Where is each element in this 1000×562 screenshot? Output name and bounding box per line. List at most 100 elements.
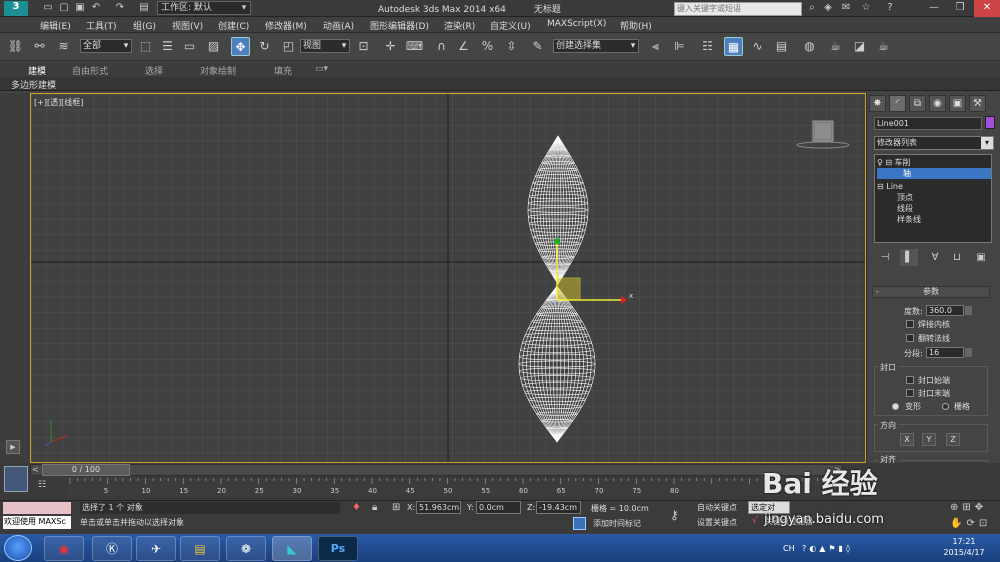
schematic-view-icon[interactable]: ▤ [772,37,791,56]
make-unique-icon[interactable]: ∀ [926,249,944,266]
y-coord-field[interactable]: 0.0cm [476,501,521,514]
time-slider-thumb[interactable]: 0 / 100 [42,464,130,476]
welcome-message[interactable]: 欢迎使用 MAXSc [3,516,71,529]
cap-start-checkbox[interactable] [906,376,914,384]
align-icon[interactable]: ⊫ [670,37,689,56]
search-input[interactable]: 键入关键字或短语 [674,2,802,16]
time-config-icon[interactable] [4,466,28,492]
stack-item-lathe[interactable]: ♀ ⊟ 车削 [877,157,991,168]
selection-lock-icon[interactable]: 🔒︎ [372,502,377,513]
mirror-icon[interactable]: ⫷ [646,37,665,56]
params-header[interactable]: - 参数 [872,286,990,298]
system-clock[interactable]: 17:21 2015/4/17 [934,536,994,558]
menu-graph-editors[interactable]: 图形编辑器(D) [370,19,429,32]
configure-sets-icon[interactable]: ▣ [972,249,990,266]
window-crossing-icon[interactable]: ▨ [204,37,223,56]
tab-populate[interactable]: 填充 [274,64,292,77]
subscription-icon[interactable]: ◈ [822,2,834,14]
menu-help[interactable]: 帮助(H) [620,19,652,32]
stack-item-line[interactable]: ⊟ Line [877,181,991,192]
tab-modeling[interactable]: 建模 [28,64,46,77]
select-object-icon[interactable]: ⬚ [136,37,155,56]
direction-y-button[interactable]: Y [922,433,936,446]
named-selection-dropdown[interactable]: 创建选择集 ▾ [553,39,639,53]
create-tab-icon[interactable]: ✸ [869,95,886,112]
menu-animation[interactable]: 动画(A) [323,19,354,32]
ribbon-toggle-icon[interactable]: ▦ [724,37,743,56]
morph-radio[interactable] [892,403,899,410]
help-icon[interactable]: ? [884,2,896,14]
pin-stack-icon[interactable]: ⊣ [876,249,894,266]
file-explorer-icon[interactable]: ▤ [180,536,220,561]
viewport-label[interactable]: [+][透][线框] [34,97,83,108]
scale-icon[interactable]: ◰ [279,37,298,56]
remove-modifier-icon[interactable]: ⊔ [948,249,966,266]
lightbulb-icon[interactable]: ♀ [877,158,883,167]
rotate-icon[interactable]: ↻ [255,37,274,56]
ribbon-options-icon[interactable]: ▭▾ [315,64,328,74]
modifier-list-dropdown[interactable]: 修改器列表 ▾ [874,136,994,150]
play-icon[interactable]: ▶ [6,440,20,454]
save-icon[interactable]: ▣ [74,2,86,14]
ribbon-subtitle[interactable]: 多边形建模 [11,78,56,91]
direction-x-button[interactable]: X [900,433,914,446]
menu-views[interactable]: 视图(V) [172,19,203,32]
photoshop-taskbar-icon[interactable]: Ps [318,536,358,561]
rendered-frame-icon[interactable]: ◪ [850,37,869,56]
menu-customize[interactable]: 自定义(U) [490,19,531,32]
start-button[interactable] [4,535,32,561]
material-editor-icon[interactable]: ◍ [800,37,819,56]
track-bar[interactable]: 5 10 15 20 25 30 35 40 45 50 55 60 65 70 75 80 [68,478,843,496]
menu-modifiers[interactable]: 修改器(M) [265,19,307,32]
menu-maxscript[interactable]: MAXScript(X) [547,19,606,29]
undo-icon[interactable]: ↶ [90,2,102,14]
add-time-tag[interactable]: 添加时间标记 [593,518,641,529]
redo-icon[interactable]: ↷ [114,2,126,14]
bird-app-icon[interactable]: ✈ [136,536,176,561]
viewport-nav-icons[interactable]: ⊕⊞✥ [950,502,987,513]
stack-item-axis[interactable]: 轴 [877,168,991,179]
render-production-icon[interactable]: ☕ [874,37,893,56]
manipulate-icon[interactable]: ✛ [381,37,400,56]
restore-button[interactable]: ❐ [948,0,972,17]
3dsmax-taskbar-icon[interactable]: ◣ [272,536,312,561]
snaps-toggle-icon[interactable]: ∩ [432,37,451,56]
close-button[interactable]: ✕ [974,0,1000,17]
direction-z-button[interactable]: Z [946,433,960,446]
stack-item-segment[interactable]: 线段 [877,203,991,214]
workspace-dropdown[interactable]: 工作区: 默认 ▾ [157,1,251,15]
tab-freeform[interactable]: 自由形式 [72,64,108,77]
angle-snap-icon[interactable]: ∠ [454,37,473,56]
tray-language[interactable]: CH [783,544,795,553]
set-key-button[interactable]: 设置关键点 [697,517,737,528]
viewport-orbit-icons[interactable]: ✋⟳⊡ [950,518,991,529]
open-file-icon[interactable]: ▢ [58,2,70,14]
object-color-swatch[interactable] [985,116,995,129]
segments-spinner[interactable]: 16 [926,347,972,358]
percent-snap-icon[interactable]: % [478,37,497,56]
menu-create[interactable]: 创建(C) [218,19,249,32]
layer-manager-icon[interactable]: ☷ [698,37,717,56]
search-icon[interactable]: ⌕ [806,2,818,14]
tray-icons[interactable]: ?◐▲⚑▮◊ [802,544,853,553]
new-file-icon[interactable]: ▭ [42,2,54,14]
prev-frame-icon[interactable]: < [32,465,39,474]
hierarchy-tab-icon[interactable]: ⧉ [909,95,926,112]
tab-object-paint[interactable]: 对象绘制 [200,64,236,77]
curve-editor-icon[interactable]: ∿ [748,37,767,56]
media-player-icon[interactable]: ❁ [226,536,266,561]
key-icon[interactable]: ⚷ [670,508,679,522]
curve-editor-mini-icon[interactable]: ☷ [38,480,46,490]
time-slider-track[interactable] [30,464,843,476]
absolute-mode-icon[interactable]: ⊞ [392,502,400,513]
utilities-tab-icon[interactable]: ⚒ [969,95,986,112]
menu-edit[interactable]: 编辑(E) [40,19,71,32]
link-icon[interactable]: ⛓ [6,37,25,56]
viewport-canvas[interactable]: x [31,94,865,462]
z-coord-field[interactable]: -19.43cm [536,501,581,514]
auto-key-button[interactable]: 自动关键点 [697,502,737,513]
render-setup-icon[interactable]: ☕ [826,37,845,56]
rectangular-selection-icon[interactable]: ▭ [180,37,199,56]
object-name-field[interactable]: Line001 [874,117,982,130]
minimize-button[interactable]: — [922,0,946,17]
